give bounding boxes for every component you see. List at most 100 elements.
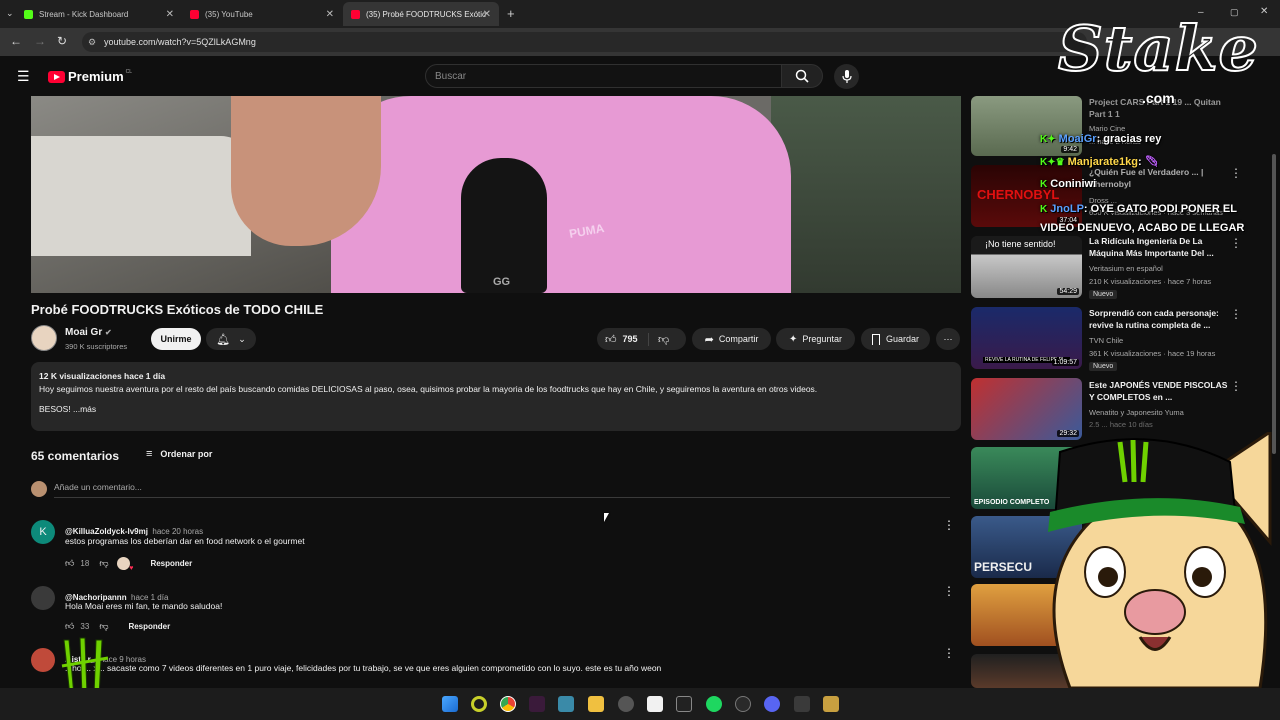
reply-button[interactable]: Responder [150,559,192,568]
comment-text: ...ho ... x... sacaste como 7 videos dif… [65,663,662,673]
video-bed [31,136,251,256]
address-bar[interactable]: ⚙ youtube.com/watch?v=5QZlLkAGMng [82,32,1087,52]
sidebar-video-title[interactable]: La Ridícula Ingeniería De La Máquina Más… [1089,235,1229,259]
window-close-button[interactable]: ✕ [1260,6,1268,17]
app-icon[interactable] [558,696,574,712]
add-comment-input[interactable]: Añade un comentario... [54,482,950,498]
comment-author[interactable]: @KilluaZoldyck-lv9mj [65,527,148,536]
discord-icon[interactable] [764,696,780,712]
sidebar-thumbnail[interactable]: 29:32 [971,378,1082,440]
comment-text: Hola Moai eres mi fan, te mando saludoa! [65,601,223,611]
channel-name-text: Moai Gr [65,327,103,338]
forward-icon[interactable]: → [34,34,46,48]
sort-button[interactable]: ≡ Ordenar por [146,448,212,460]
ask-button[interactable]: ✦ Preguntar [776,328,855,350]
windows-start-icon[interactable] [442,696,458,712]
description-more[interactable]: BESOS! ...más [39,403,953,415]
search-placeholder: Buscar [435,70,467,82]
thumbs-down-icon[interactable]: 👎︎ [99,621,108,632]
sidebar-scrollbar[interactable] [1272,154,1276,454]
sidebar-video-title[interactable]: Sorprendió con cada personaje: revive la… [1089,307,1229,331]
subscribed-bell-button[interactable]: 🔔︎ ⌄ [206,328,256,350]
site-info-icon[interactable]: ⚙ [88,37,96,48]
sidebar-menu-icon[interactable]: ⋮ [1230,379,1242,393]
new-tab-button[interactable]: + [507,6,515,21]
comment-count: 65 comentarios [31,449,120,463]
search-button[interactable] [781,64,823,88]
tab-current-video[interactable]: (35) Probé FOODTRUCKS Exótic ✕ [343,2,499,26]
dislike-button[interactable]: 👎︎ [649,333,669,346]
close-icon[interactable]: ✕ [483,9,491,20]
tab-youtube[interactable]: (35) YouTube ✕ [182,2,342,26]
sidebar-video-title[interactable]: ¿Quién Fue el Verdadero ... | Chernobyl [1089,166,1229,190]
sidebar-channel[interactable]: TVN Chile [1089,336,1123,345]
creator-heart-avatar: ♥ [117,557,133,572]
thumbs-up-icon[interactable]: 👍︎ [65,621,74,632]
sidebar-menu-icon[interactable]: ⋮ [1230,166,1242,180]
vpn-icon[interactable] [529,696,545,712]
opera-icon[interactable] [471,696,487,712]
paint-app-icon[interactable] [823,696,839,712]
stake-logo-text: Stake [1057,11,1259,86]
sidebar-channel[interactable]: Mario Cine [1089,124,1125,133]
reply-button[interactable]: Responder [128,622,170,631]
tab-kick-dashboard[interactable]: Stream - Kick Dashboard ✕ [16,2,182,26]
comment-avatar[interactable] [31,586,55,610]
join-button[interactable]: Unirme [151,328,201,350]
menu-icon[interactable]: ☰ [17,68,30,85]
capcut-icon[interactable] [647,696,663,712]
sidebar-video-title[interactable]: Este JAPONÉS VENDE PISCOLAS Y COMPLETOS … [1089,379,1229,403]
search-input[interactable]: Buscar [425,64,782,88]
back-icon[interactable]: ← [10,34,22,48]
thumbs-up-icon[interactable]: 👍︎ [65,558,74,569]
steam-icon[interactable] [735,696,751,712]
video-player[interactable]: GG PUMA [31,96,961,293]
more-actions-button[interactable]: ⋯ [936,328,960,350]
thumbs-down-icon[interactable]: 👎︎ [99,558,108,569]
sidebar-channel[interactable]: Veritasium en español [1089,264,1163,273]
chat-text: : [1137,156,1142,168]
comment-avatar[interactable] [31,648,55,672]
youtube-logo[interactable]: Premium CL [48,69,132,84]
reload-icon[interactable]: ↻ [57,34,67,48]
comment-actions: 👍︎ 33 👎︎ Responder [65,621,170,632]
new-badge: Nuevo [1089,290,1118,299]
channel-avatar[interactable] [31,325,57,351]
logitech-icon[interactable] [676,696,692,712]
sidebar-thumbnail[interactable]: REVIVE LA RUTINA DE FELIPE PI... 1:09:57 [971,307,1082,369]
add-comment-placeholder: Añade un comentario... [54,482,142,492]
chrome-icon[interactable] [500,696,516,712]
comment-avatar[interactable]: K [31,520,55,544]
comment-menu-icon[interactable]: ⋮ [943,646,955,660]
like-button[interactable]: 👍︎ 795 [597,332,649,346]
video-shirt [331,96,791,293]
channel-name[interactable]: Moai Gr ✔ [65,327,112,338]
save-button[interactable]: Guardar [861,328,930,350]
sidebar-thumbnail[interactable]: 9:42 [971,96,1082,156]
browser-app-icon[interactable] [618,696,634,712]
comment-actions: 👍︎ 18 👎︎ ♥ Responder [65,557,192,572]
like-dislike-group: 👍︎ 795 👎︎ [597,328,686,350]
stake-logo: Stake .com [1057,11,1259,106]
sparkle-icon: ✦ [789,333,798,345]
tab-label: Stream - Kick Dashboard [39,9,129,19]
spotify-icon[interactable] [706,696,722,712]
close-icon[interactable]: ✕ [166,9,174,20]
share-button[interactable]: ➦ Compartir [692,328,771,350]
close-icon[interactable]: ✕ [326,9,334,20]
tab-label: (35) YouTube [205,9,253,19]
voice-search-button[interactable] [834,64,859,89]
sidebar-thumbnail[interactable]: ¡No tiene sentido! 54:29 [971,236,1082,298]
media-app-icon[interactable] [794,696,810,712]
comment-menu-icon[interactable]: ⋮ [943,584,955,598]
sidebar-menu-icon[interactable]: ⋮ [1230,236,1242,250]
chat-user: JnoLP [1050,203,1084,215]
folder-icon[interactable] [588,696,604,712]
thumbnail-text: ¡No tiene sentido! [985,239,1056,249]
sidebar-menu-icon[interactable]: ⋮ [1230,307,1242,321]
tab-search-button[interactable]: ⌄ [6,8,14,19]
comment-menu-icon[interactable]: ⋮ [943,518,955,532]
video-description[interactable]: 12 K visualizaciones hace 1 día Hoy segu… [31,362,961,431]
sidebar-channel[interactable]: Wenatito y Japonesito Yuma [1089,408,1184,417]
comment-time[interactable]: hace 20 horas [152,527,203,536]
